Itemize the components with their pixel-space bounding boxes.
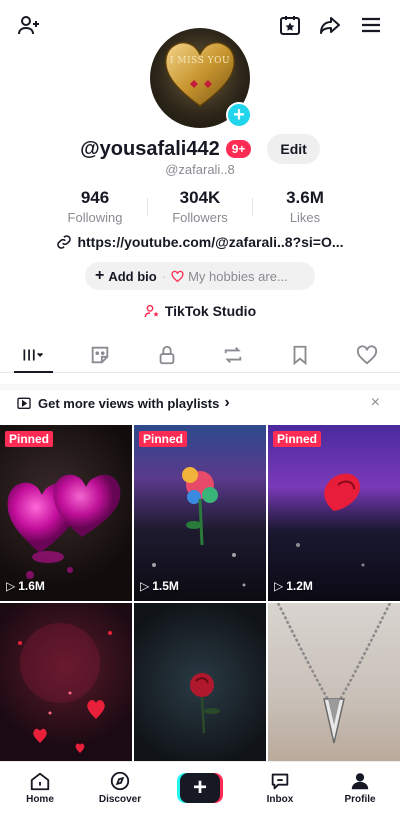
studio-icon [144, 304, 159, 318]
stat-value: 946 [80, 188, 110, 207]
edit-profile-button[interactable]: Edit [267, 134, 320, 164]
stat-likes[interactable]: 3.6M Likes [253, 188, 357, 225]
nav-label: Home [26, 794, 54, 805]
username-row: @yousafali442 9+ Edit [0, 134, 400, 164]
bottom-navigation: Home Discover + Inbox Profile [0, 761, 400, 813]
play-icon: ▷ [6, 579, 16, 593]
link-text: https://youtube.com/@zafarali..8?si=O... [77, 234, 344, 250]
view-count: ▷ 1.6M [6, 579, 45, 593]
stat-following[interactable]: 946 Following [43, 188, 147, 225]
video-grid: Pinned ▷ 1.6M Pinned ▷ 1.5M Pinned ▷ 1.2M [0, 425, 400, 763]
nav-discover[interactable]: Discover [80, 762, 160, 813]
thumbnail-art [276, 603, 392, 744]
create-button[interactable]: + [177, 772, 223, 803]
stat-followers[interactable]: 304K Followers [148, 188, 252, 225]
stat-label: Following [67, 210, 123, 225]
profile-handle: @zafarali..8 [165, 162, 235, 177]
repost-icon [225, 346, 242, 363]
heart-outline-icon [171, 270, 184, 282]
hobbies-prompt[interactable]: My hobbies are... [171, 269, 288, 284]
nav-label: Inbox [266, 794, 294, 805]
share-icon[interactable] [317, 12, 343, 38]
thumbnail-art [7, 474, 121, 579]
play-icon: ▷ [274, 579, 284, 593]
video-thumbnail[interactable]: Pinned ▷ 1.5M [134, 425, 266, 601]
nav-label: Discover [98, 794, 142, 805]
thumbnail-art [190, 673, 220, 734]
thumbnail-art [18, 623, 112, 753]
view-count: ▷ 1.2M [274, 579, 313, 593]
video-thumbnail[interactable]: Pinned ▷ 1.6M [0, 425, 132, 601]
stats-row: 946 Following 304K Followers 3.6M Likes [0, 188, 400, 225]
video-thumbnail[interactable] [134, 603, 266, 763]
play-icon: ▷ [140, 579, 150, 593]
lock-icon [159, 345, 175, 364]
add-story-button[interactable]: + [226, 102, 252, 128]
link-icon [57, 235, 72, 249]
video-thumbnail[interactable] [268, 603, 400, 763]
nav-inbox[interactable]: Inbox [240, 762, 320, 813]
tab-favorites[interactable] [267, 337, 334, 372]
avatar-caption: I MISS YOU [169, 56, 231, 66]
nav-home[interactable]: Home [0, 762, 80, 813]
view-count-value: 1.5M [152, 579, 179, 593]
stat-label: Likes [289, 210, 321, 225]
pinned-badge: Pinned [5, 431, 54, 447]
compass-icon [110, 771, 130, 791]
notification-badge[interactable]: 9+ [225, 140, 252, 158]
promo-text: Get more views with playlists [38, 395, 220, 411]
stat-label: Followers [172, 210, 228, 225]
view-count-value: 1.6M [18, 579, 45, 593]
view-count-value: 1.2M [286, 579, 313, 593]
plus-icon: + [180, 772, 220, 803]
pinned-badge: Pinned [139, 431, 188, 447]
tab-private[interactable] [133, 337, 200, 372]
playlist-promo-banner[interactable]: Get more views with playlists › × [0, 384, 400, 416]
menu-icon[interactable] [358, 12, 384, 38]
chevron-right-icon: › [224, 394, 230, 411]
profile-icon [351, 773, 369, 790]
video-thumbnail[interactable]: Pinned ▷ 1.2M [268, 425, 400, 601]
avatar[interactable]: I MISS YOU + [150, 28, 252, 128]
close-icon[interactable]: × [371, 394, 380, 412]
nav-profile[interactable]: Profile [320, 762, 400, 813]
heart-icon [356, 344, 377, 364]
add-friend-icon[interactable] [16, 12, 42, 38]
bio-row[interactable]: + Add bio · My hobbies are... [85, 262, 315, 290]
profile-link[interactable]: https://youtube.com/@zafarali..8?si=O... [0, 234, 400, 250]
profile-tabs [0, 337, 400, 373]
nav-label: Profile [344, 794, 376, 805]
tab-liked[interactable] [333, 337, 400, 372]
stat-value: 3.6M [286, 188, 324, 207]
tab-reposts[interactable] [200, 337, 267, 372]
tab-videos[interactable] [0, 337, 67, 373]
hobbies-label: My hobbies are... [188, 268, 288, 284]
calendar-star-icon[interactable] [277, 12, 303, 38]
add-bio-button[interactable]: + Add bio [95, 267, 157, 285]
grid-icon [23, 349, 44, 360]
video-thumbnail[interactable] [0, 603, 132, 763]
add-bio-label: Add bio [108, 268, 157, 284]
bookmark-icon [293, 345, 307, 365]
inbox-icon [271, 773, 289, 790]
plus-icon: + [95, 267, 105, 284]
tiktok-studio-link[interactable]: TikTok Studio [0, 303, 400, 319]
view-count: ▷ 1.5M [140, 579, 179, 593]
heart-image [164, 42, 236, 107]
pinned-badge: Pinned [273, 431, 322, 447]
studio-label: TikTok Studio [164, 303, 257, 319]
playlist-icon [17, 397, 31, 409]
sticker-icon [91, 346, 109, 363]
thumbnail-art [296, 473, 365, 567]
nav-create[interactable]: + [160, 762, 240, 813]
home-icon [30, 772, 50, 791]
separator-dot: · [161, 268, 167, 284]
stat-value: 304K [179, 188, 221, 207]
tab-stickers[interactable] [67, 337, 134, 372]
username: @yousafali442 [80, 137, 220, 160]
thumbnail-art [152, 467, 246, 587]
